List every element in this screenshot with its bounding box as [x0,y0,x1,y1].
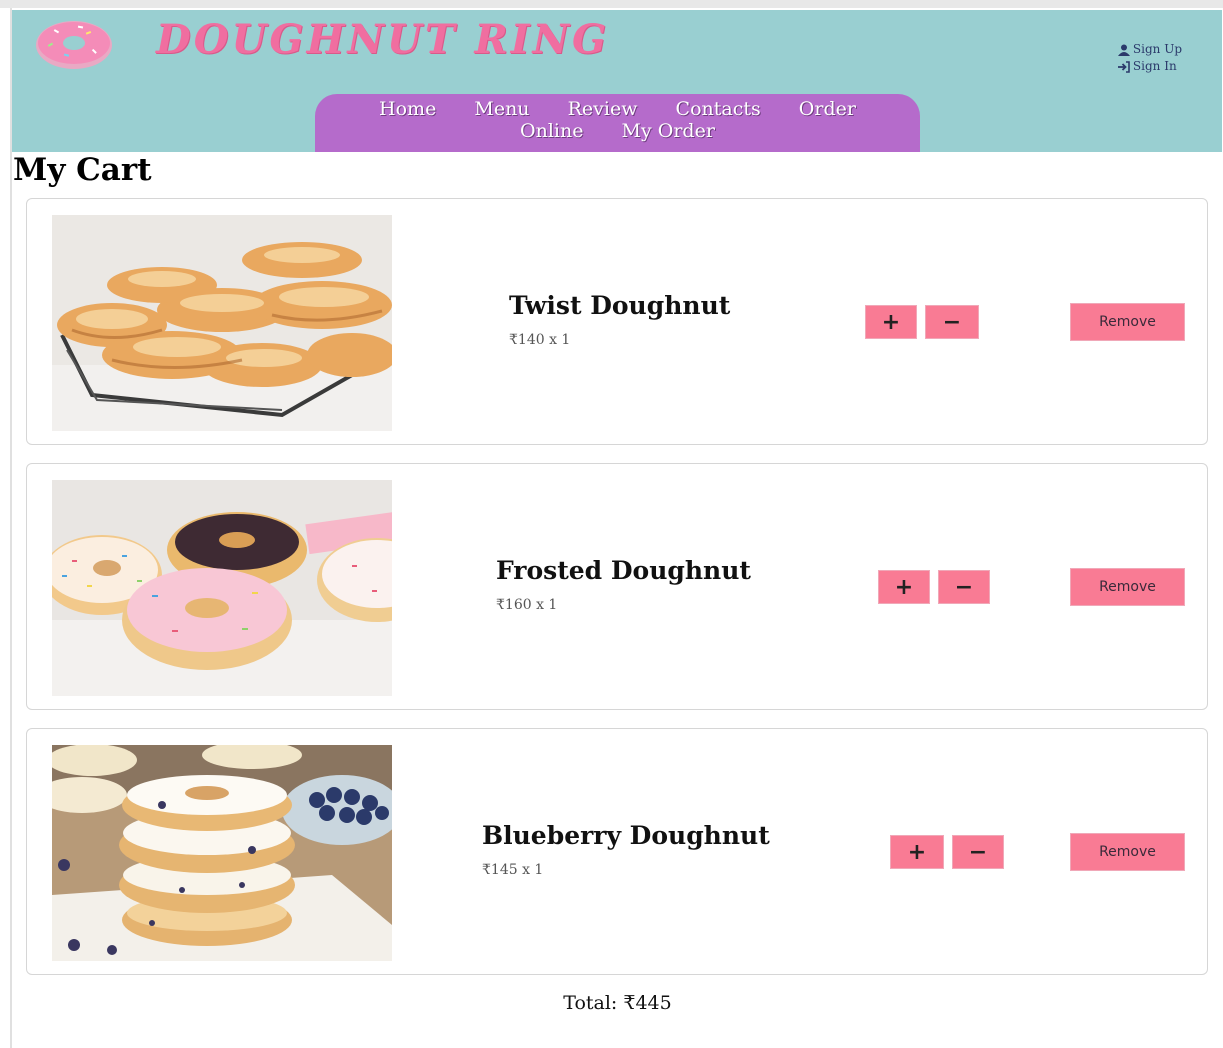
page-left-edge [10,8,12,1048]
decrease-quantity-button[interactable]: − [925,305,979,339]
remove-button[interactable]: Remove [1070,833,1185,871]
nav-item-review[interactable]: Review [568,98,638,120]
nav-item-order-online-continued[interactable]: Online [520,120,583,142]
item-price: ₹160 x 1 [496,597,558,613]
page-title: My Cart [13,152,152,188]
auth-links: Sign Up Sign In [1117,41,1182,75]
cart-item: Twist Doughnut ₹140 x 1 + − Remove [26,198,1208,445]
sign-up-link[interactable]: Sign Up [1117,41,1182,58]
sign-in-link[interactable]: Sign In [1117,58,1182,75]
user-icon [1117,44,1130,56]
brand-name[interactable]: DOUGHNUT RING [156,16,609,63]
remove-button[interactable]: Remove [1070,568,1185,606]
cart-item: Frosted Doughnut ₹160 x 1 + − Remove [26,463,1208,710]
item-price: ₹140 x 1 [509,332,571,348]
nav-item-my-order[interactable]: My Order [622,120,715,142]
increase-quantity-button[interactable]: + [878,570,930,604]
nav-item-home[interactable]: Home [379,98,436,120]
sign-in-label: Sign In [1132,59,1177,73]
twist-doughnut-photo [52,215,392,431]
browser-top-edge [0,0,1223,8]
item-name: Frosted Doughnut [496,556,751,585]
item-name: Blueberry Doughnut [482,821,770,850]
sign-in-icon [1117,60,1130,73]
nav-row-2: Online My Order [315,120,920,142]
nav-row-1: Home Menu Review Contacts Order [315,98,920,120]
doughnut-logo-icon[interactable] [34,20,114,70]
sign-up-label: Sign Up [1132,42,1182,56]
page: DOUGHNUT RING Sign Up Sign In Home Menu … [0,0,1223,1048]
main-nav: Home Menu Review Contacts Order Online M… [315,94,920,152]
increase-quantity-button[interactable]: + [865,305,917,339]
nav-item-contacts[interactable]: Contacts [676,98,761,120]
nav-item-menu[interactable]: Menu [474,98,529,120]
cart-item: Blueberry Doughnut ₹145 x 1 + − Remove [26,728,1208,975]
remove-button[interactable]: Remove [1070,303,1185,341]
decrease-quantity-button[interactable]: − [952,835,1004,869]
item-price: ₹145 x 1 [482,862,544,878]
item-name: Twist Doughnut [509,291,731,320]
site-header: DOUGHNUT RING Sign Up Sign In Home Menu … [12,10,1222,152]
blueberry-doughnut-photo [52,745,392,961]
nav-item-order-online[interactable]: Order [799,98,856,120]
cart-total: Total: ₹445 [563,992,672,1014]
increase-quantity-button[interactable]: + [890,835,944,869]
frosted-doughnut-photo [52,480,392,696]
decrease-quantity-button[interactable]: − [938,570,990,604]
